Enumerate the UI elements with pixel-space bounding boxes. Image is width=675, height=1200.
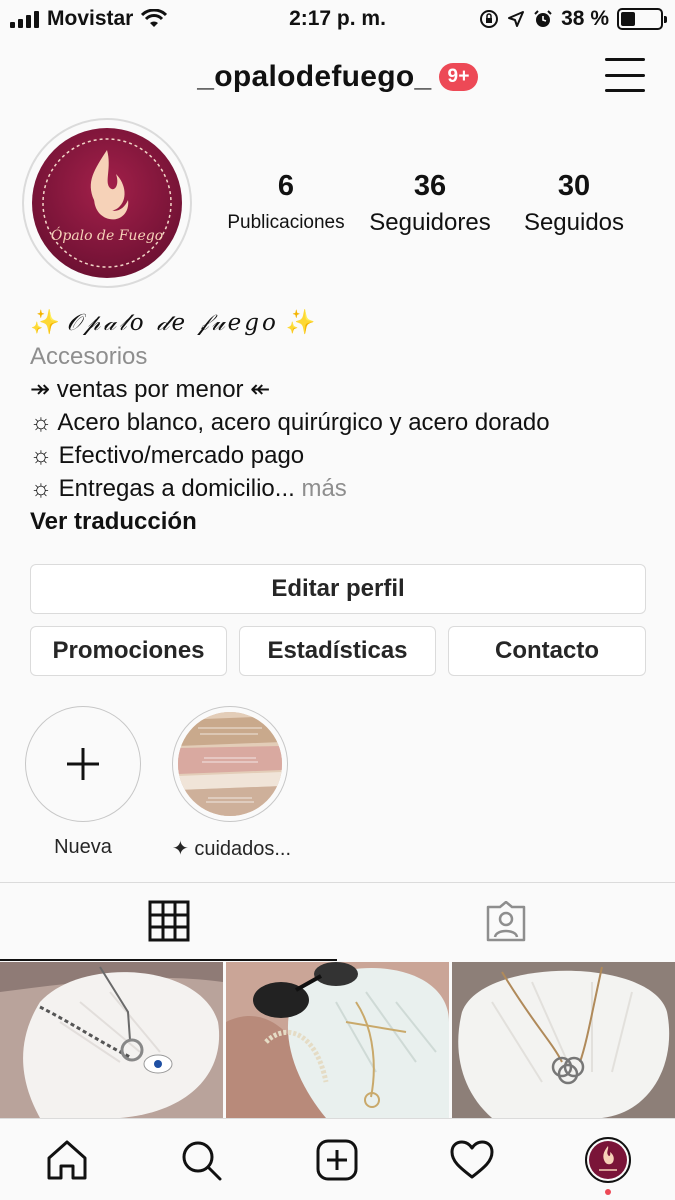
rotation-lock-icon [480,10,499,28]
sparkles-icon: ✨ [30,309,60,336]
more-link[interactable]: más [301,475,346,502]
nav-search[interactable] [178,1137,224,1183]
profile-category: Accesorios [30,343,148,370]
add-post-icon [316,1139,358,1181]
username: _opalodefuego_ [197,60,432,93]
stat-followers[interactable]: 36 Seguidores [360,170,500,237]
nav-home[interactable] [44,1137,90,1183]
display-name: 𝒪𝓅𝒶𝓁𝑜 𝒹𝑒 𝒻𝓊𝑒𝑔𝑜 [66,310,279,336]
statistics-button[interactable]: Estadísticas [239,626,436,676]
status-bar: Movistar 2:17 p. m. 38 % [0,0,675,40]
tab-tagged[interactable] [337,883,674,961]
battery-percent: 38 % [561,7,609,30]
grid-icon [148,900,189,942]
profile-avatar-ring[interactable]: Ópalo de Fuego [22,118,192,288]
bottom-nav [0,1118,675,1200]
bio-line: ☼ Acero blanco, acero quirúrgico y acero… [30,409,550,436]
bio-line-last: ☼ Entregas a domicilio... más [30,472,650,505]
stat-posts[interactable]: 6 Publicaciones [222,170,350,234]
nav-profile[interactable] [585,1137,631,1183]
location-icon [508,11,525,27]
promotions-button[interactable]: Promociones [30,626,227,676]
highlight-cover-image [178,712,282,816]
post-grid [0,962,675,1118]
profile-bio: ✨ 𝒪𝓅𝒶𝓁𝑜 𝒹𝑒 𝒻𝓊𝑒𝑔𝑜 ✨ Accesorios ↠ ventas p… [30,306,650,538]
username-switcher[interactable]: _opalodefuego_ 9+ [0,60,675,94]
stat-following-label: Seguidos [523,209,625,236]
post-thumbnail[interactable] [452,962,675,1118]
highlight-circle[interactable] [172,706,288,822]
notification-dot [605,1189,611,1195]
search-icon [182,1141,222,1181]
post-thumbnail[interactable] [0,962,223,1118]
stat-posts-count: 6 [277,170,295,202]
sparkles-icon: ✨ [285,309,316,336]
bio-line: ↠ ventas por menor ↞ [30,376,271,403]
hamburger-menu-icon[interactable] [605,58,645,92]
profile-tabs [0,882,675,961]
avatar-logo-text: Ópalo de Fuego [51,226,163,244]
stat-followers-count: 36 [413,170,447,202]
tab-grid[interactable] [0,883,337,961]
plus-icon [67,748,99,780]
see-translation-link[interactable]: Ver traducción [30,505,650,538]
stat-following-count: 30 [557,170,591,202]
profile-avatar[interactable]: Ópalo de Fuego [32,128,182,278]
highlight-cuidados[interactable]: ✦ cuidados... [172,706,292,861]
new-highlight-circle[interactable] [25,706,141,822]
display-name-row: ✨ 𝒪𝓅𝒶𝓁𝑜 𝒹𝑒 𝒻𝓊𝑒𝑔𝑜 ✨ [30,306,650,340]
stat-following[interactable]: 30 Seguidos [512,170,636,237]
nav-activity[interactable] [449,1137,495,1183]
battery-fill [621,12,636,26]
edit-profile-button[interactable]: Editar perfil [30,564,646,614]
alarm-icon [534,10,552,27]
contact-button[interactable]: Contacto [448,626,646,676]
flame-logo-icon: Ópalo de Fuego [42,138,172,268]
stat-followers-label: Seguidores [369,209,491,236]
heart-icon [450,1140,494,1179]
battery-icon [617,8,667,30]
highlight-label: ✦ cuidados... [172,838,292,860]
post-thumbnail[interactable] [226,962,449,1118]
notification-badge: 9+ [439,63,478,91]
highlight-new[interactable]: Nueva [25,706,141,859]
highlight-label: Nueva [54,836,112,858]
profile-avatar [585,1137,631,1183]
profile-header: _opalodefuego_ 9+ [0,50,675,102]
bio-line: ☼ Efectivo/mercado pago [30,442,305,469]
tagged-icon [486,901,525,942]
home-icon [47,1140,87,1180]
nav-add-post[interactable] [314,1137,360,1183]
stat-posts-label: Publicaciones [227,212,345,233]
bio-line: ☼ Entregas a domicilio... [30,475,295,502]
